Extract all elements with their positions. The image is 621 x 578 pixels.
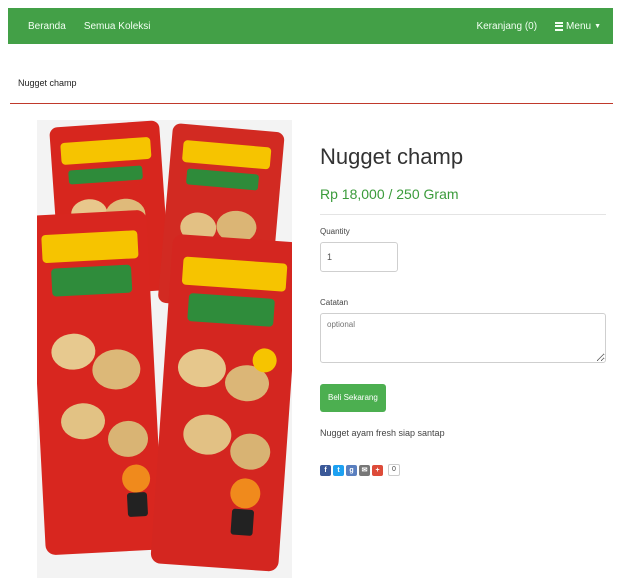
breadcrumb-underline xyxy=(10,103,613,104)
nav-left: Beranda Semua Koleksi xyxy=(28,21,151,32)
caret-down-icon: ▼ xyxy=(594,22,601,30)
buy-now-button[interactable]: Beli Sekarang xyxy=(320,384,386,412)
email-icon[interactable]: ✉ xyxy=(359,464,370,476)
facebook-icon[interactable]: f xyxy=(320,464,331,476)
top-navbar: Beranda Semua Koleksi Keranjang (0) Menu… xyxy=(8,8,613,44)
nav-right: Keranjang (0) Menu ▼ xyxy=(476,21,601,32)
breadcrumb-current: Nugget champ xyxy=(18,78,77,88)
list-icon xyxy=(555,21,564,31)
share-buttons: f t g ✉ + 0 xyxy=(320,464,606,476)
quantity-label: Quantity xyxy=(320,227,350,236)
product-photo xyxy=(37,120,292,578)
nugget-packages-image xyxy=(37,120,292,578)
nav-link-semua-koleksi[interactable]: Semua Koleksi xyxy=(84,21,151,32)
cart-link[interactable]: Keranjang (0) xyxy=(476,21,537,32)
plus-icon[interactable]: + xyxy=(372,464,383,476)
product-title: Nugget champ xyxy=(320,144,464,169)
product-info: Nugget champ Rp 18,000 / 250 Gram Quanti… xyxy=(320,140,606,476)
google-icon[interactable]: g xyxy=(346,464,357,476)
twitter-icon[interactable]: t xyxy=(333,464,344,476)
notes-textarea[interactable] xyxy=(320,313,606,363)
product-description: Nugget ayam fresh siap santap xyxy=(320,428,445,438)
menu-dropdown-toggle[interactable]: Menu ▼ xyxy=(555,21,601,32)
share-count: 0 xyxy=(388,464,400,476)
breadcrumb: Nugget champ xyxy=(8,78,613,88)
product-price: Rp 18,000 / 250 Gram xyxy=(320,186,459,202)
notes-label: Catatan xyxy=(320,298,349,307)
divider xyxy=(320,214,606,215)
nav-link-beranda[interactable]: Beranda xyxy=(28,21,66,32)
menu-label: Menu xyxy=(566,20,592,32)
quantity-input[interactable] xyxy=(320,242,398,272)
